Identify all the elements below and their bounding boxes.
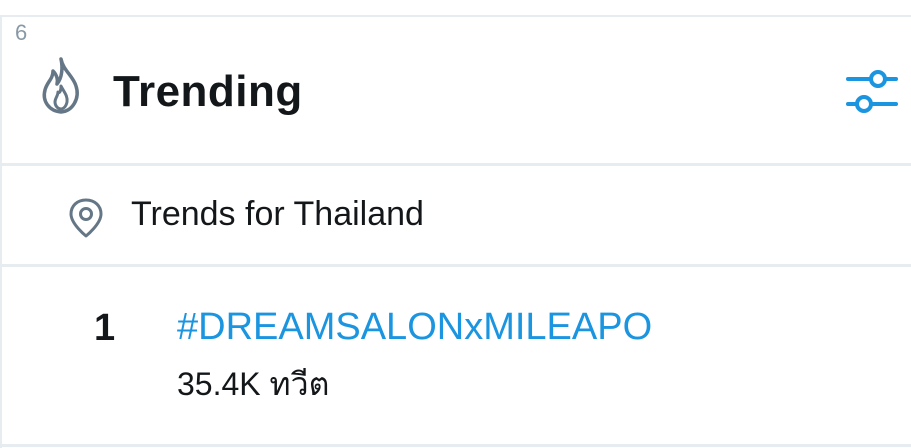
location-label: Trends for Thailand [131, 195, 424, 233]
header-divider [2, 163, 911, 166]
map-pin-icon [69, 198, 103, 238]
trend-tweet-count: 35.4K ทวีต [177, 366, 330, 402]
flame-icon [42, 57, 79, 114]
page-title: Trending [113, 67, 303, 116]
trend-rank: 1 [94, 307, 116, 349]
sliders-icon[interactable] [842, 66, 902, 118]
trend-divider [2, 444, 911, 447]
trend-item[interactable] [2, 268, 911, 444]
trending-panel: 6 Trending Trends for Thailand 1 #DREAMS… [0, 0, 911, 448]
trend-hashtag-link[interactable]: #DREAMSALONxMILEAPO [177, 303, 652, 351]
location-divider [2, 264, 911, 267]
